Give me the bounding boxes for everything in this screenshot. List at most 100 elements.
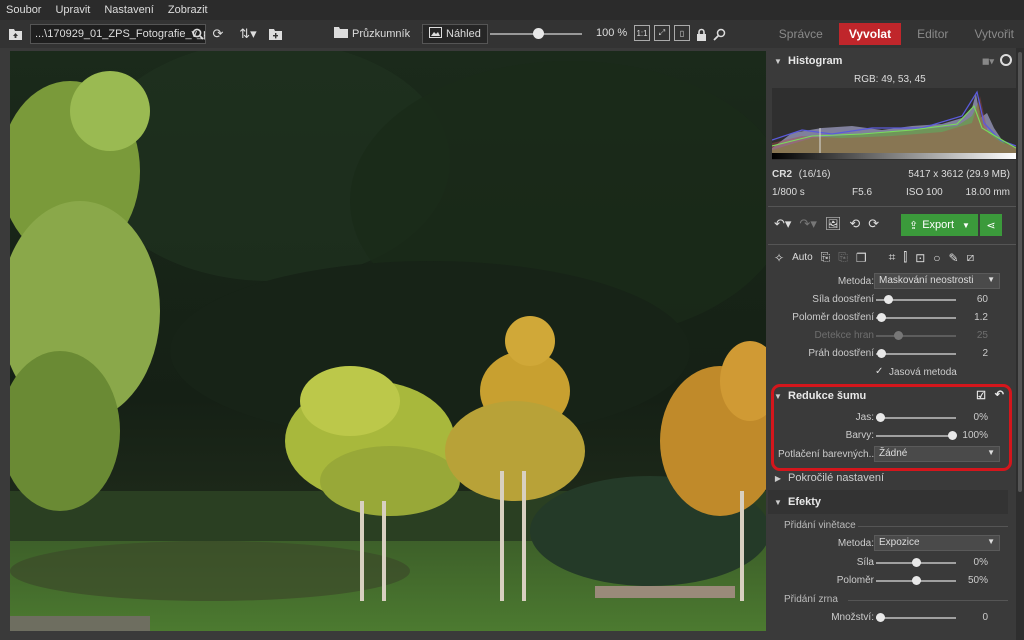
- develop-panel: ▼ Histogram ◼▾ RGB: 49, 53, 45 CR2 (16/1…: [768, 48, 1016, 640]
- sharpen-method-value: Maskování neostrosti: [879, 275, 974, 286]
- scrollbar-thumb[interactable]: [1018, 52, 1022, 492]
- slider-track[interactable]: [876, 317, 956, 319]
- tab-editor[interactable]: Editor: [907, 23, 958, 45]
- exif-shutter: 1/800 s: [772, 187, 805, 198]
- slider-track: [876, 335, 956, 337]
- copies-icon[interactable]: ❐: [856, 251, 867, 265]
- module-tabs: Správce Vyvolat Editor Vytvořit: [763, 20, 1024, 48]
- slider-knob[interactable]: [877, 349, 886, 358]
- vignette-method-select[interactable]: Expozice ▼: [874, 535, 1000, 551]
- slider-knob[interactable]: [884, 295, 893, 304]
- checkbox-checked-icon[interactable]: ✓: [875, 366, 885, 377]
- sharpen-method-select[interactable]: Maskování neostrosti ▼: [874, 273, 1000, 289]
- slider-label: Práh doostření: [808, 348, 874, 359]
- expand-icon: ▶: [774, 473, 782, 483]
- photo-image: [10, 51, 766, 631]
- divider: [768, 206, 1016, 207]
- crop-icon[interactable]: ⌗: [889, 250, 896, 265]
- file-dimensions: 5417 x 3612 (29.9 MB): [908, 169, 1010, 180]
- slider-track[interactable]: [876, 617, 956, 619]
- exif-iso: ISO 100: [906, 187, 943, 198]
- menu-settings[interactable]: Nastavení: [104, 4, 154, 16]
- new-folder-icon[interactable]: [266, 25, 284, 43]
- vignette-method-label: Metoda:: [837, 538, 874, 549]
- slider-value[interactable]: 50%: [968, 575, 988, 586]
- slider-value: 25: [976, 330, 988, 341]
- slider-label: Síla: [856, 557, 874, 568]
- zoom-slider-knob[interactable]: [533, 28, 544, 39]
- file-type: CR2: [772, 169, 793, 180]
- collapse-icon: ▼: [774, 56, 782, 66]
- lock-icon[interactable]: [692, 25, 710, 43]
- histogram-header[interactable]: ▼ Histogram ◼▾: [768, 50, 1016, 72]
- chevron-down-icon: ▼: [962, 220, 970, 230]
- rotate-right-icon[interactable]: ⟳: [868, 216, 879, 232]
- sharpen-threshold-row: Práh doostření 2: [768, 345, 1016, 363]
- folder-up-icon[interactable]: [6, 25, 24, 43]
- slider-track[interactable]: [876, 353, 956, 355]
- perspective-icon[interactable]: ⫿: [903, 250, 907, 265]
- tab-create[interactable]: Vytvořit: [964, 23, 1024, 45]
- share-icon[interactable]: ⋖: [979, 214, 1002, 236]
- slider-knob[interactable]: [912, 576, 921, 585]
- one-to-one-button[interactable]: 1:1: [634, 25, 650, 41]
- slider-knob[interactable]: [877, 313, 886, 322]
- export-main: ⇪ Export ▼: [901, 214, 978, 236]
- export-button[interactable]: ⇪ Export ▼ ⋖: [901, 214, 1002, 236]
- paste-settings-icon[interactable]: ⎘: [838, 250, 848, 265]
- histogram-chart: [772, 88, 1016, 160]
- undo-icon[interactable]: ↶▾: [774, 216, 791, 232]
- divider: [768, 244, 1016, 245]
- auto-wand-icon[interactable]: ✧: [774, 251, 784, 265]
- clip-indicator-icon[interactable]: [1000, 54, 1012, 66]
- effects-header[interactable]: ▼ Efekty: [768, 491, 1016, 513]
- photo-canvas[interactable]: [10, 51, 766, 631]
- slider-value[interactable]: 0: [982, 612, 988, 623]
- slider-value[interactable]: 60: [977, 294, 988, 305]
- loupe-icon[interactable]: [710, 25, 728, 43]
- panel-scrollbar[interactable]: [1016, 48, 1024, 640]
- camera-icon[interactable]: ◼▾: [982, 56, 994, 67]
- copy-settings-icon[interactable]: ⎘: [821, 250, 831, 265]
- refresh-icon[interactable]: ⟳: [209, 25, 227, 43]
- image-info-icon[interactable]: 🖼: [825, 216, 842, 232]
- file-index: (16/16): [798, 169, 831, 180]
- auto-button[interactable]: Auto: [792, 252, 813, 263]
- image-icon: [429, 27, 442, 41]
- brush-icon[interactable]: ✎: [949, 251, 959, 265]
- path-field[interactable]: ...\170929_01_ZPS_Fotografie_v_proti: [30, 24, 206, 44]
- zoom-value: 100 %: [596, 27, 628, 39]
- vignette-subtitle: Přidání vinětace: [784, 520, 856, 531]
- slider-value[interactable]: 1.2: [974, 312, 988, 323]
- redo-icon[interactable]: ↷▾: [799, 216, 816, 232]
- gradient-icon[interactable]: ⧄: [967, 250, 975, 265]
- tab-manager[interactable]: Správce: [769, 23, 833, 45]
- file-info: CR2 (16/16) 5417 x 3612 (29.9 MB): [772, 169, 1012, 180]
- menu-edit[interactable]: Upravit: [55, 4, 90, 16]
- menu-view[interactable]: Zobrazit: [168, 4, 208, 16]
- export-icon: ⇪: [909, 219, 919, 232]
- browser-dropdown[interactable]: Průzkumník ▼: [334, 24, 428, 44]
- export-label: Export: [922, 219, 955, 231]
- menu-bar: Soubor Upravit Nastavení Zobrazit: [0, 0, 1024, 20]
- tools-row: ✧ Auto ⎘ ⎘ ❐ ⌗ ⫿ ⊡ ○ ✎ ⧄: [774, 250, 974, 265]
- vignette-strength-row: Síla 0%: [768, 554, 1016, 572]
- tab-develop[interactable]: Vyvolat: [838, 23, 902, 45]
- fit-screen-icon[interactable]: ⤢: [654, 25, 670, 41]
- slider-knob[interactable]: [876, 613, 885, 622]
- edge-detect-row: Detekce hran 25: [768, 327, 1016, 345]
- compare-icon[interactable]: ▯: [674, 25, 690, 41]
- preview-toggle[interactable]: Náhled: [422, 24, 488, 44]
- divider: [858, 526, 1008, 527]
- ellipse-icon[interactable]: ○: [933, 251, 940, 265]
- sort-icon[interactable]: ⇅▾: [233, 25, 263, 43]
- slider-knob[interactable]: [912, 558, 921, 567]
- slider-value[interactable]: 2: [982, 348, 988, 359]
- rotate-left-icon[interactable]: ⟲: [849, 216, 860, 232]
- text-icon[interactable]: ⊡: [915, 251, 925, 265]
- menu-file[interactable]: Soubor: [6, 4, 41, 16]
- slider-value[interactable]: 0%: [974, 557, 988, 568]
- slider-label: Poloměr: [836, 575, 874, 586]
- grain-amount-row: Množství: 0: [768, 609, 1016, 627]
- search-icon[interactable]: [189, 25, 207, 43]
